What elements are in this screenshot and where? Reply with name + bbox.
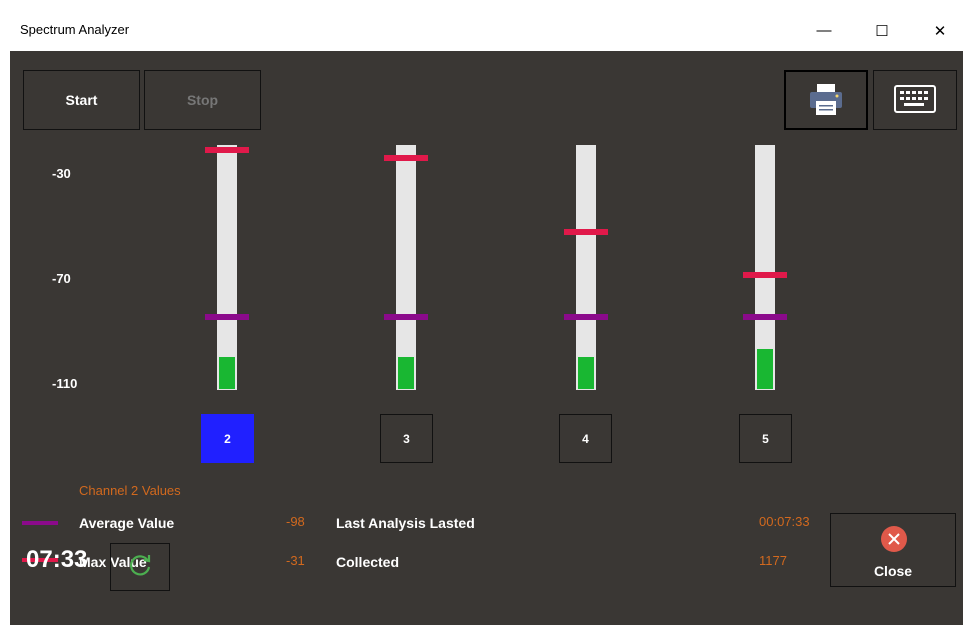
clock: 07:33 bbox=[26, 546, 88, 573]
channel-track bbox=[576, 145, 596, 390]
last-analysis-value: 00:07:33 bbox=[759, 514, 810, 529]
average-value: -98 bbox=[286, 514, 305, 529]
channel-track bbox=[396, 145, 416, 390]
channel-level-bar bbox=[756, 348, 774, 390]
last-analysis-label: Last Analysis Lasted bbox=[336, 515, 475, 531]
print-button[interactable] bbox=[784, 70, 868, 130]
average-legend-line bbox=[22, 521, 58, 525]
maximize-button[interactable]: ☐ bbox=[859, 10, 905, 51]
channel-track bbox=[217, 145, 237, 390]
channel-button-4[interactable]: 4 bbox=[559, 414, 612, 463]
max-marker bbox=[743, 272, 787, 278]
close-button[interactable]: Close bbox=[830, 513, 956, 587]
channel-button-3[interactable]: 3 bbox=[380, 414, 433, 463]
average-marker bbox=[564, 314, 608, 320]
average-marker bbox=[384, 314, 428, 320]
main-panel: Start Stop -30 -70 -110 2 3 4 5 Channel … bbox=[10, 51, 963, 625]
section-title: Channel 2 Values bbox=[79, 483, 181, 498]
spectrum-analyzer-window: Spectrum Analyzer — ☐ ✕ Start Stop -30 -… bbox=[10, 10, 963, 625]
keyboard-button[interactable] bbox=[873, 70, 957, 130]
keyboard-icon bbox=[894, 84, 936, 116]
average-marker bbox=[205, 314, 249, 320]
close-label: Close bbox=[873, 563, 913, 579]
minimize-icon: — bbox=[816, 22, 832, 39]
window-close-button[interactable]: ✕ bbox=[917, 10, 963, 51]
stop-button[interactable]: Stop bbox=[144, 70, 261, 130]
average-label: Average Value bbox=[79, 515, 175, 531]
collected-value: 1177 bbox=[759, 553, 787, 568]
maximize-icon: ☐ bbox=[875, 22, 889, 40]
scale-label-top: -30 bbox=[52, 166, 71, 181]
refresh-button[interactable] bbox=[110, 543, 170, 591]
window-title: Spectrum Analyzer bbox=[20, 22, 130, 37]
start-button[interactable]: Start bbox=[23, 70, 140, 130]
printer-icon bbox=[808, 81, 844, 120]
close-circle-icon bbox=[880, 525, 908, 556]
max-marker bbox=[564, 229, 608, 235]
close-icon: ✕ bbox=[933, 22, 947, 40]
average-marker bbox=[743, 314, 787, 320]
channel-button-5[interactable]: 5 bbox=[739, 414, 792, 463]
max-marker bbox=[205, 147, 249, 153]
collected-label: Collected bbox=[336, 554, 400, 570]
refresh-icon bbox=[127, 552, 153, 583]
max-value: -31 bbox=[286, 553, 305, 568]
channel-button-2[interactable]: 2 bbox=[201, 414, 254, 463]
channel-level-bar bbox=[577, 356, 595, 390]
scale-label-mid: -70 bbox=[52, 271, 71, 286]
max-marker bbox=[384, 155, 428, 161]
minimize-button[interactable]: — bbox=[801, 10, 847, 51]
channel-level-bar bbox=[397, 356, 415, 390]
channel-level-bar bbox=[218, 356, 236, 390]
title-bar: Spectrum Analyzer — ☐ ✕ bbox=[10, 10, 963, 51]
scale-label-bottom: -110 bbox=[52, 376, 78, 391]
